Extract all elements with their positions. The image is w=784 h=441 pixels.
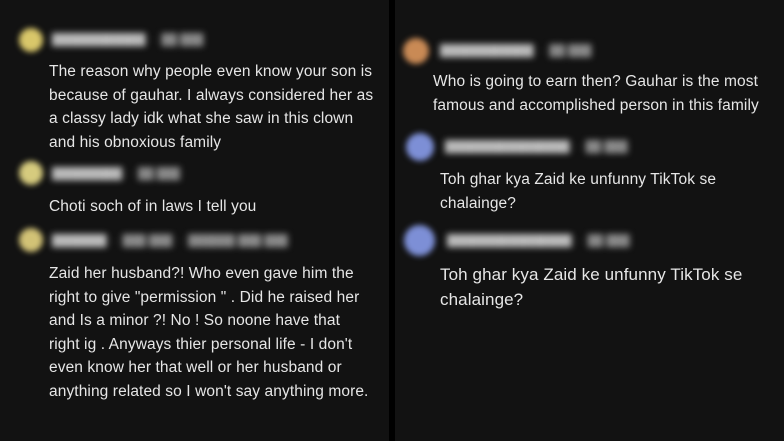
user-avatar-icon[interactable] [19,228,43,252]
comment-text: Toh ghar kya Zaid ke unfunny TikTok se c… [440,265,743,309]
comment-text: Choti soch of in laws I tell you [49,198,257,215]
user-avatar-icon[interactable] [19,28,43,52]
blurred-username: ████████████ · ██ ███ [440,45,592,57]
blurred-username: ████████████████ · ██ ███ [445,141,628,153]
blurred-username: █████████ · ██ ███ [52,168,181,180]
user-avatar-icon[interactable] [403,38,429,64]
comment-text: Who is going to earn then? Gauhar is the… [433,73,759,114]
user-avatar-icon[interactable] [404,225,435,256]
right-comment-panel: ████████████ · ██ ███ Who is going to ea… [395,0,784,441]
user-avatar-icon[interactable] [406,133,434,161]
user-avatar-icon[interactable] [19,161,43,185]
blurred-username: ███████ · ███ ███ · ██████ ███ ███ [52,235,288,247]
left-comment-panel: ████████████ · ██ ███ The reason why peo… [0,0,389,441]
comment-text: The reason why people even know your son… [49,63,374,151]
blurred-username: ████████████████ · ██ ███ [447,235,630,247]
comment-text: Zaid her husband?! Who even gave him the… [49,265,369,400]
comment-text: Toh ghar kya Zaid ke unfunny TikTok se c… [440,171,717,212]
blurred-username: ████████████ · ██ ███ [52,34,204,46]
